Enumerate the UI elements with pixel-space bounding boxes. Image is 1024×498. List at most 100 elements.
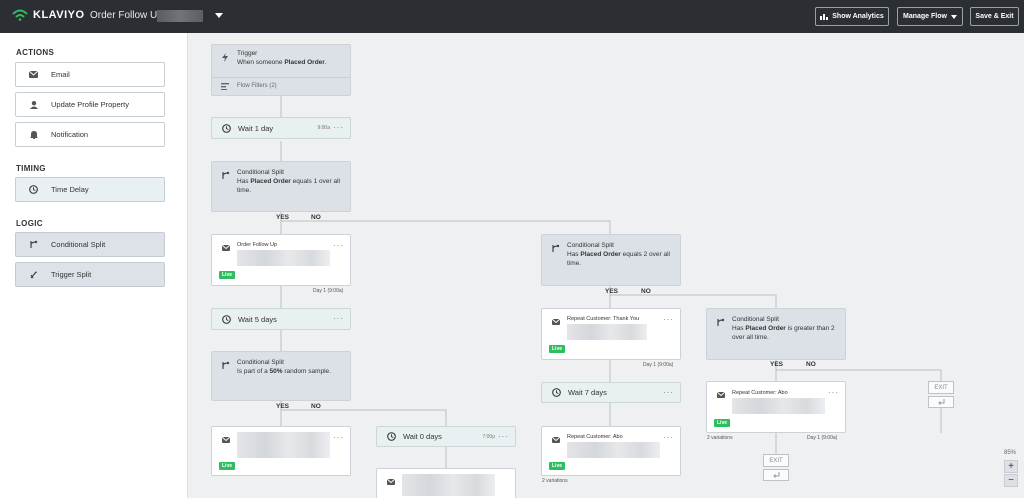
time-delay-button[interactable]: Time Delay <box>15 177 165 202</box>
zoom-in-button[interactable]: + <box>1004 460 1018 473</box>
email-node[interactable]: Repeat Customer: Thank You Live ··· <box>541 308 681 360</box>
email-action-button[interactable]: Email <box>15 62 165 87</box>
email-node[interactable]: Repeat Customer: Abo Live ··· <box>706 381 846 433</box>
more-options-icon[interactable]: ··· <box>333 123 344 132</box>
chevron-down-icon[interactable] <box>215 13 223 18</box>
exit-node[interactable] <box>928 396 954 408</box>
trigger-text: When someone Placed Order. <box>237 59 327 66</box>
trigger-split-button[interactable]: Trigger Split <box>15 262 165 287</box>
live-status-badge[interactable]: Live <box>219 271 236 279</box>
exit-node[interactable]: EXIT <box>928 381 954 394</box>
random-split-node[interactable]: Conditional Split Is part of a 50% rando… <box>211 351 351 401</box>
yes-label: YES <box>276 214 290 221</box>
zoom-level: 85% <box>1003 450 1016 456</box>
blurred-email-subject <box>402 474 495 496</box>
blurred-email-subject <box>732 398 825 414</box>
manage-flow-button[interactable]: Manage Flow <box>897 7 963 26</box>
blurred-flow-name <box>157 10 203 22</box>
clock-icon <box>222 314 231 324</box>
filter-list-icon <box>221 83 229 90</box>
yes-label: YES <box>605 288 619 295</box>
notification-action-button[interactable]: Notification <box>15 122 165 147</box>
email-action-label: Email <box>51 70 70 79</box>
email-node[interactable]: Order Follow Up Live ··· <box>211 234 351 286</box>
live-status-badge[interactable]: Live <box>549 345 566 353</box>
envelope-icon <box>387 479 395 485</box>
wait-7-days-node[interactable]: Wait 7 days ··· <box>541 382 681 403</box>
conditional-split-node[interactable]: Conditional Split Has Placed Order equal… <box>211 161 351 212</box>
update-profile-label: Update Profile Property <box>51 100 129 109</box>
email-node[interactable]: Repeat Customer: Abo Live ··· <box>541 426 681 476</box>
update-profile-property-button[interactable]: Update Profile Property <box>15 92 165 117</box>
wait-5-days-node[interactable]: Wait 5 days ··· <box>211 308 351 330</box>
split-label: Conditional Split <box>732 316 779 323</box>
split-condition-cont: over all time. <box>732 334 769 341</box>
envelope-icon <box>552 437 560 443</box>
live-status-badge[interactable]: Live <box>549 462 566 470</box>
more-options-icon[interactable]: ··· <box>333 241 344 250</box>
logo-text: KLAVIYO <box>33 9 85 21</box>
more-options-icon[interactable]: ··· <box>663 315 674 324</box>
split-icon <box>717 318 725 326</box>
save-exit-button[interactable]: Save & Exit <box>970 7 1019 26</box>
email-title: Repeat Customer: Thank You <box>567 316 640 322</box>
no-label: NO <box>806 361 816 368</box>
envelope-icon <box>29 71 38 78</box>
flow-filters-link[interactable]: Flow Filters (2) <box>237 83 277 89</box>
bar-chart-icon <box>820 14 829 20</box>
show-analytics-button[interactable]: Show Analytics <box>815 7 889 26</box>
wait-time: 7:00p <box>482 433 495 440</box>
trigger-split-icon <box>30 271 37 279</box>
notification-label: Notification <box>51 130 89 139</box>
manage-flow-label: Manage Flow <box>903 13 947 20</box>
more-options-icon[interactable]: ··· <box>333 314 344 323</box>
more-options-icon[interactable]: ··· <box>828 388 839 397</box>
envelope-icon <box>717 392 725 398</box>
more-options-icon[interactable]: ··· <box>663 388 674 397</box>
timing-heading: TIMING <box>16 164 46 173</box>
wait-label: Wait 7 days <box>568 388 607 397</box>
no-label: NO <box>641 288 651 295</box>
more-options-icon[interactable]: ··· <box>333 433 344 442</box>
clock-icon <box>387 432 396 441</box>
email-node[interactable]: Live ··· <box>211 426 351 476</box>
split-condition: Has Placed Order equals 1 over all <box>237 178 340 185</box>
wait-label: Wait 1 day <box>238 123 274 133</box>
yes-label: YES <box>770 361 784 368</box>
live-status-badge[interactable]: Live <box>714 419 731 427</box>
variations-count: 2 variations <box>542 478 568 484</box>
actions-sidebar: ACTIONS Email Update Profile Property No… <box>0 33 188 498</box>
zoom-out-button[interactable]: − <box>1004 474 1018 487</box>
lightning-icon <box>222 53 228 62</box>
email-title: Repeat Customer: Abo <box>732 390 788 396</box>
email-node[interactable] <box>376 468 516 498</box>
top-bar: KLAVIYO Order Follow Up - Show Analytics… <box>0 0 1024 33</box>
flow-canvas[interactable]: Trigger When someone Placed Order. Flow … <box>189 33 1024 498</box>
time-delay-label: Time Delay <box>51 185 89 194</box>
chevron-down-icon <box>950 14 957 19</box>
conditional-split-button[interactable]: Conditional Split <box>15 232 165 257</box>
split-label: Conditional Split <box>237 169 284 176</box>
email-title: Order Follow Up <box>237 242 278 248</box>
split-condition: Has Placed Order is greater than 2 <box>732 325 835 332</box>
person-icon <box>29 100 38 109</box>
envelope-icon <box>222 437 230 443</box>
live-status-badge[interactable]: Live <box>219 462 236 470</box>
wait-1-day-node[interactable]: Wait 1 day 9:00a ··· <box>211 117 351 139</box>
no-label: NO <box>311 214 321 221</box>
exit-node[interactable]: EXIT <box>763 454 789 467</box>
klaviyo-logo[interactable]: KLAVIYO <box>12 9 85 21</box>
exit-node[interactable] <box>763 469 789 481</box>
clock-icon <box>222 123 231 133</box>
envelope-icon <box>552 319 560 325</box>
wait-label: Wait 5 days <box>238 314 277 324</box>
trigger-node[interactable]: Trigger When someone Placed Order. Flow … <box>211 44 351 96</box>
more-options-icon[interactable]: ··· <box>663 433 674 442</box>
more-options-icon[interactable]: ··· <box>498 432 509 441</box>
conditional-split-node[interactable]: Conditional Split Has Placed Order is gr… <box>706 308 846 360</box>
conditional-split-node[interactable]: Conditional Split Has Placed Order equal… <box>541 234 681 286</box>
split-condition: Has Placed Order equals 2 over all <box>567 251 670 258</box>
wait-time: 9:00a <box>317 125 330 131</box>
email-send-day: Day 1 (9:00a) <box>807 435 838 441</box>
wait-0-days-node[interactable]: Wait 0 days 7:00p ··· <box>376 426 516 447</box>
